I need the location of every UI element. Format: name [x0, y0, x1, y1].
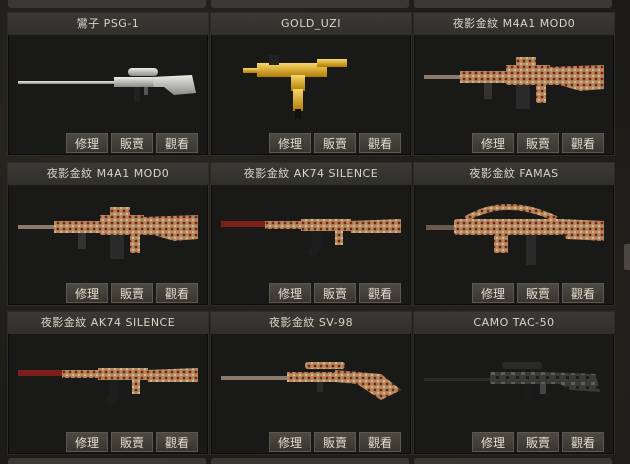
action-buttons: 修理 販賣 觀看	[472, 283, 604, 303]
weapon-image	[221, 362, 401, 400]
view-button[interactable]: 觀看	[156, 133, 198, 153]
weapon-image	[18, 368, 198, 406]
bottom-row-partial	[0, 458, 630, 464]
action-buttons: 修理 販賣 觀看	[66, 283, 198, 303]
sell-button[interactable]: 販賣	[111, 133, 153, 153]
weapon-image	[18, 68, 196, 101]
sell-button[interactable]: 販賣	[517, 133, 559, 153]
weapon-name: 夜影金紋 AK74 SILENCE	[8, 312, 208, 334]
sell-button[interactable]: 販賣	[314, 133, 356, 153]
scrollbar-thumb[interactable]	[624, 244, 630, 270]
weapon-card: 鸞子 PSG-1 修理 販賣 觀看	[7, 12, 209, 156]
action-buttons: 修理 販賣 觀看	[269, 133, 401, 153]
action-buttons: 修理 販賣 觀看	[269, 432, 401, 452]
repair-button[interactable]: 修理	[472, 133, 514, 153]
weapon-name: 夜影金紋 M4A1 MOD0	[8, 163, 208, 185]
weapon-image	[221, 219, 401, 257]
weapon-image	[426, 204, 604, 265]
weapon-image	[424, 57, 604, 109]
view-button[interactable]: 觀看	[359, 283, 401, 303]
weapon-name: 夜影金紋 FAMAS	[414, 163, 614, 185]
sell-button[interactable]: 販賣	[111, 283, 153, 303]
view-button[interactable]: 觀看	[156, 432, 198, 452]
action-buttons: 修理 販賣 觀看	[269, 283, 401, 303]
weapon-card: GOLD_UZI 修理 販賣 觀看	[210, 12, 412, 156]
repair-button[interactable]: 修理	[66, 432, 108, 452]
view-button[interactable]: 觀看	[562, 133, 604, 153]
weapon-name: 鸞子 PSG-1	[8, 13, 208, 35]
view-button[interactable]: 觀看	[562, 283, 604, 303]
sell-button[interactable]: 販賣	[314, 283, 356, 303]
repair-button[interactable]: 修理	[472, 283, 514, 303]
weapon-name: 夜影金紋 M4A1 MOD0	[414, 13, 614, 35]
action-buttons: 修理 販賣 觀看	[66, 432, 198, 452]
action-buttons: 修理 販賣 觀看	[472, 133, 604, 153]
weapon-name: GOLD_UZI	[211, 13, 411, 35]
inventory-grid: 鸞子 PSG-1 修理 販賣 觀看 GOLD_UZI 修理 販賣 觀看 夜影金紋…	[0, 0, 630, 464]
weapon-card: 夜影金紋 AK74 SILENCE 修理 販賣 觀看	[7, 311, 209, 455]
repair-button[interactable]: 修理	[472, 432, 514, 452]
weapon-card: 夜影金紋 AK74 SILENCE 修理 販賣 觀看	[210, 162, 412, 306]
repair-button[interactable]: 修理	[66, 133, 108, 153]
sell-button[interactable]: 販賣	[111, 432, 153, 452]
sell-button[interactable]: 販賣	[517, 432, 559, 452]
view-button[interactable]: 觀看	[359, 133, 401, 153]
weapon-image	[18, 207, 198, 259]
sell-button[interactable]: 販賣	[517, 283, 559, 303]
view-button[interactable]: 觀看	[156, 283, 198, 303]
weapon-image	[424, 362, 600, 402]
weapon-name: 夜影金紋 SV-98	[211, 312, 411, 334]
weapon-card: 夜影金紋 FAMAS 修理 販賣 觀看	[413, 162, 615, 306]
action-buttons: 修理 販賣 觀看	[472, 432, 604, 452]
action-buttons: 修理 販賣 觀看	[66, 133, 198, 153]
weapon-name: CAMO TAC-50	[414, 312, 614, 334]
view-button[interactable]: 觀看	[359, 432, 401, 452]
weapon-card: CAMO TAC-50 修理 販賣 觀看	[413, 311, 615, 455]
view-button[interactable]: 觀看	[562, 432, 604, 452]
weapon-image	[243, 55, 347, 119]
weapon-card: 夜影金紋 M4A1 MOD0 修理 販賣 觀看	[7, 162, 209, 306]
sell-button[interactable]: 販賣	[314, 432, 356, 452]
weapon-name: 夜影金紋 AK74 SILENCE	[211, 163, 411, 185]
weapon-card: 夜影金紋 SV-98 修理 販賣 觀看	[210, 311, 412, 455]
repair-button[interactable]: 修理	[269, 133, 311, 153]
weapon-card: 夜影金紋 M4A1 MOD0 修理 販賣 觀看	[413, 12, 615, 156]
repair-button[interactable]: 修理	[269, 283, 311, 303]
repair-button[interactable]: 修理	[66, 283, 108, 303]
repair-button[interactable]: 修理	[269, 432, 311, 452]
